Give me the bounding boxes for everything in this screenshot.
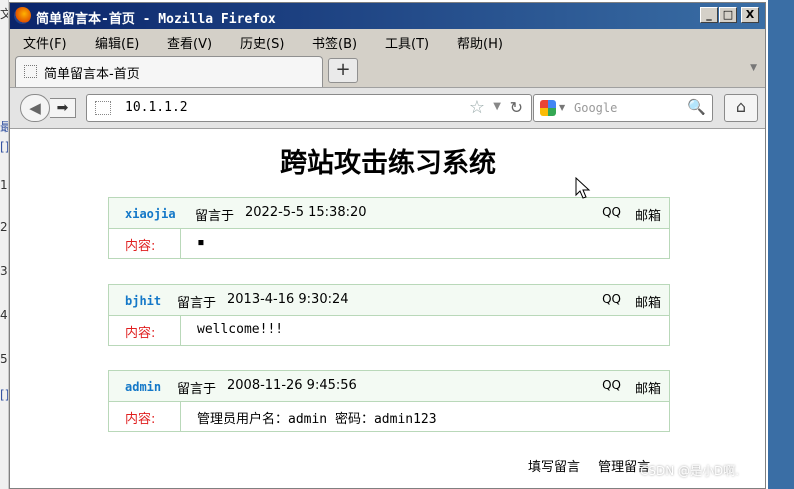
message-author[interactable]: bjhit bbox=[125, 294, 161, 308]
menu-edit[interactable]: 编辑(E) bbox=[95, 33, 139, 52]
message-entry: admin 留言于 2008-11-26 9:45:56 QQ 邮箱 内容: 管… bbox=[108, 370, 670, 432]
qq-link[interactable]: QQ bbox=[602, 205, 621, 219]
bookmark-star-icon[interactable]: ☆ bbox=[469, 97, 485, 118]
google-engine-icon[interactable] bbox=[540, 100, 556, 116]
bg-text-4: 2 bbox=[0, 220, 8, 234]
menu-bar: 文件(F) 编辑(E) 查看(V) 历史(S) 书签(B) 工具(T) 帮助(H… bbox=[10, 29, 765, 53]
bg-text-2: [] bbox=[0, 140, 8, 154]
message-author[interactable]: xiaojia bbox=[125, 207, 176, 221]
firefox-window: 简单留言本-首页 - Mozilla Firefox _ □ X 文件(F) 编… bbox=[9, 2, 766, 489]
bg-text-7: 5 bbox=[0, 352, 8, 366]
forward-button[interactable]: ➡ bbox=[50, 98, 76, 118]
message-content: 管理员用户名：admin 密码：admin123 bbox=[197, 412, 437, 427]
firefox-logo-icon bbox=[14, 7, 31, 24]
message-datetime: 2022-5-5 15:38:20 bbox=[245, 205, 367, 220]
new-tab-button[interactable]: + bbox=[328, 58, 358, 83]
message-author[interactable]: admin bbox=[125, 380, 161, 394]
url-text[interactable]: 10.1.1.2 bbox=[125, 100, 188, 115]
message-datetime: 2013-4-16 9:30:24 bbox=[227, 292, 349, 307]
tab-label: 简单留言本-首页 bbox=[44, 67, 140, 82]
back-arrow-icon: ◀ bbox=[29, 99, 41, 117]
menu-file[interactable]: 文件(F) bbox=[23, 33, 67, 52]
menu-help[interactable]: 帮助(H) bbox=[457, 33, 503, 52]
bg-text-0: 文 bbox=[0, 7, 8, 21]
write-message-link[interactable]: 填写留言 bbox=[528, 460, 580, 475]
tab-strip: 简单留言本-首页 + ▼ bbox=[10, 53, 765, 88]
navigation-toolbar: ◀ ➡ 10.1.1.2 ☆ ▼ ↻ ▼ Google 🔍 ⌂ bbox=[10, 88, 765, 129]
tab-guestbook-home[interactable]: 简单留言本-首页 bbox=[15, 56, 323, 87]
content-label: 内容: bbox=[125, 412, 156, 427]
forward-arrow-icon: ➡ bbox=[56, 100, 69, 116]
menu-bookmarks[interactable]: 书签(B) bbox=[312, 33, 357, 52]
close-button[interactable]: X bbox=[741, 7, 759, 23]
email-link[interactable]: 邮箱 bbox=[635, 292, 661, 311]
url-bar[interactable]: 10.1.1.2 ☆ ▼ ↻ bbox=[86, 94, 532, 122]
page-title: 跨站攻击练习系统 bbox=[280, 148, 496, 179]
home-button[interactable]: ⌂ bbox=[724, 94, 758, 122]
content-label: 内容: bbox=[125, 239, 156, 254]
search-box[interactable]: ▼ Google 🔍 bbox=[533, 94, 713, 122]
watermark-text: CSDN @是小D啊. bbox=[640, 464, 740, 478]
qq-link[interactable]: QQ bbox=[602, 292, 621, 306]
home-icon: ⌂ bbox=[735, 97, 747, 116]
menu-tools[interactable]: 工具(T) bbox=[385, 33, 429, 52]
posted-label: 留言于 bbox=[177, 382, 217, 397]
maximize-button[interactable]: □ bbox=[719, 7, 737, 23]
posted-label: 留言于 bbox=[177, 296, 217, 311]
url-history-dropdown-icon[interactable]: ▼ bbox=[493, 101, 501, 112]
message-entry: bjhit 留言于 2013-4-16 9:30:24 QQ 邮箱 内容: we… bbox=[108, 284, 670, 346]
desktop-background bbox=[768, 0, 794, 489]
message-content: wellcome!!! bbox=[197, 322, 284, 337]
message-content: ▪ bbox=[197, 235, 205, 250]
minimize-button[interactable]: _ bbox=[700, 7, 718, 23]
menu-history[interactable]: 历史(S) bbox=[240, 33, 284, 52]
tab-list-chevron-down-icon[interactable]: ▼ bbox=[750, 63, 757, 73]
bg-text-5: 3 bbox=[0, 264, 8, 278]
message-entry: xiaojia 留言于 2022-5-5 15:38:20 QQ 邮箱 内容: … bbox=[108, 197, 670, 259]
email-link[interactable]: 邮箱 bbox=[635, 205, 661, 224]
page-content: 跨站攻击练习系统 xiaojia 留言于 2022-5-5 15:38:20 Q… bbox=[10, 129, 765, 488]
bg-text-6: 4 bbox=[0, 308, 8, 322]
page-favicon-icon bbox=[24, 65, 37, 78]
reload-icon[interactable]: ↻ bbox=[510, 98, 523, 117]
back-button[interactable]: ◀ bbox=[20, 94, 50, 122]
window-title: 简单留言本-首页 - Mozilla Firefox bbox=[36, 12, 276, 27]
title-bar[interactable]: 简单留言本-首页 - Mozilla Firefox _ □ X bbox=[10, 3, 765, 29]
bg-text-1: 最 bbox=[0, 120, 8, 134]
email-link[interactable]: 邮箱 bbox=[635, 378, 661, 397]
search-placeholder[interactable]: Google bbox=[574, 101, 617, 115]
qq-link[interactable]: QQ bbox=[602, 378, 621, 392]
engine-dropdown-icon[interactable]: ▼ bbox=[559, 103, 565, 112]
search-magnifier-icon[interactable]: 🔍 bbox=[687, 98, 706, 116]
site-identity-icon[interactable] bbox=[95, 101, 111, 115]
content-label: 内容: bbox=[125, 326, 156, 341]
message-datetime: 2008-11-26 9:45:56 bbox=[227, 378, 357, 393]
bg-text-8: [] bbox=[0, 388, 8, 402]
bg-text-3: 1 bbox=[0, 178, 8, 192]
background-window-edge: 文 最 [] 1 2 3 4 5 [] bbox=[0, 0, 9, 489]
posted-label: 留言于 bbox=[195, 209, 235, 224]
mouse-pointer-icon bbox=[575, 177, 591, 199]
menu-view[interactable]: 查看(V) bbox=[167, 33, 212, 52]
